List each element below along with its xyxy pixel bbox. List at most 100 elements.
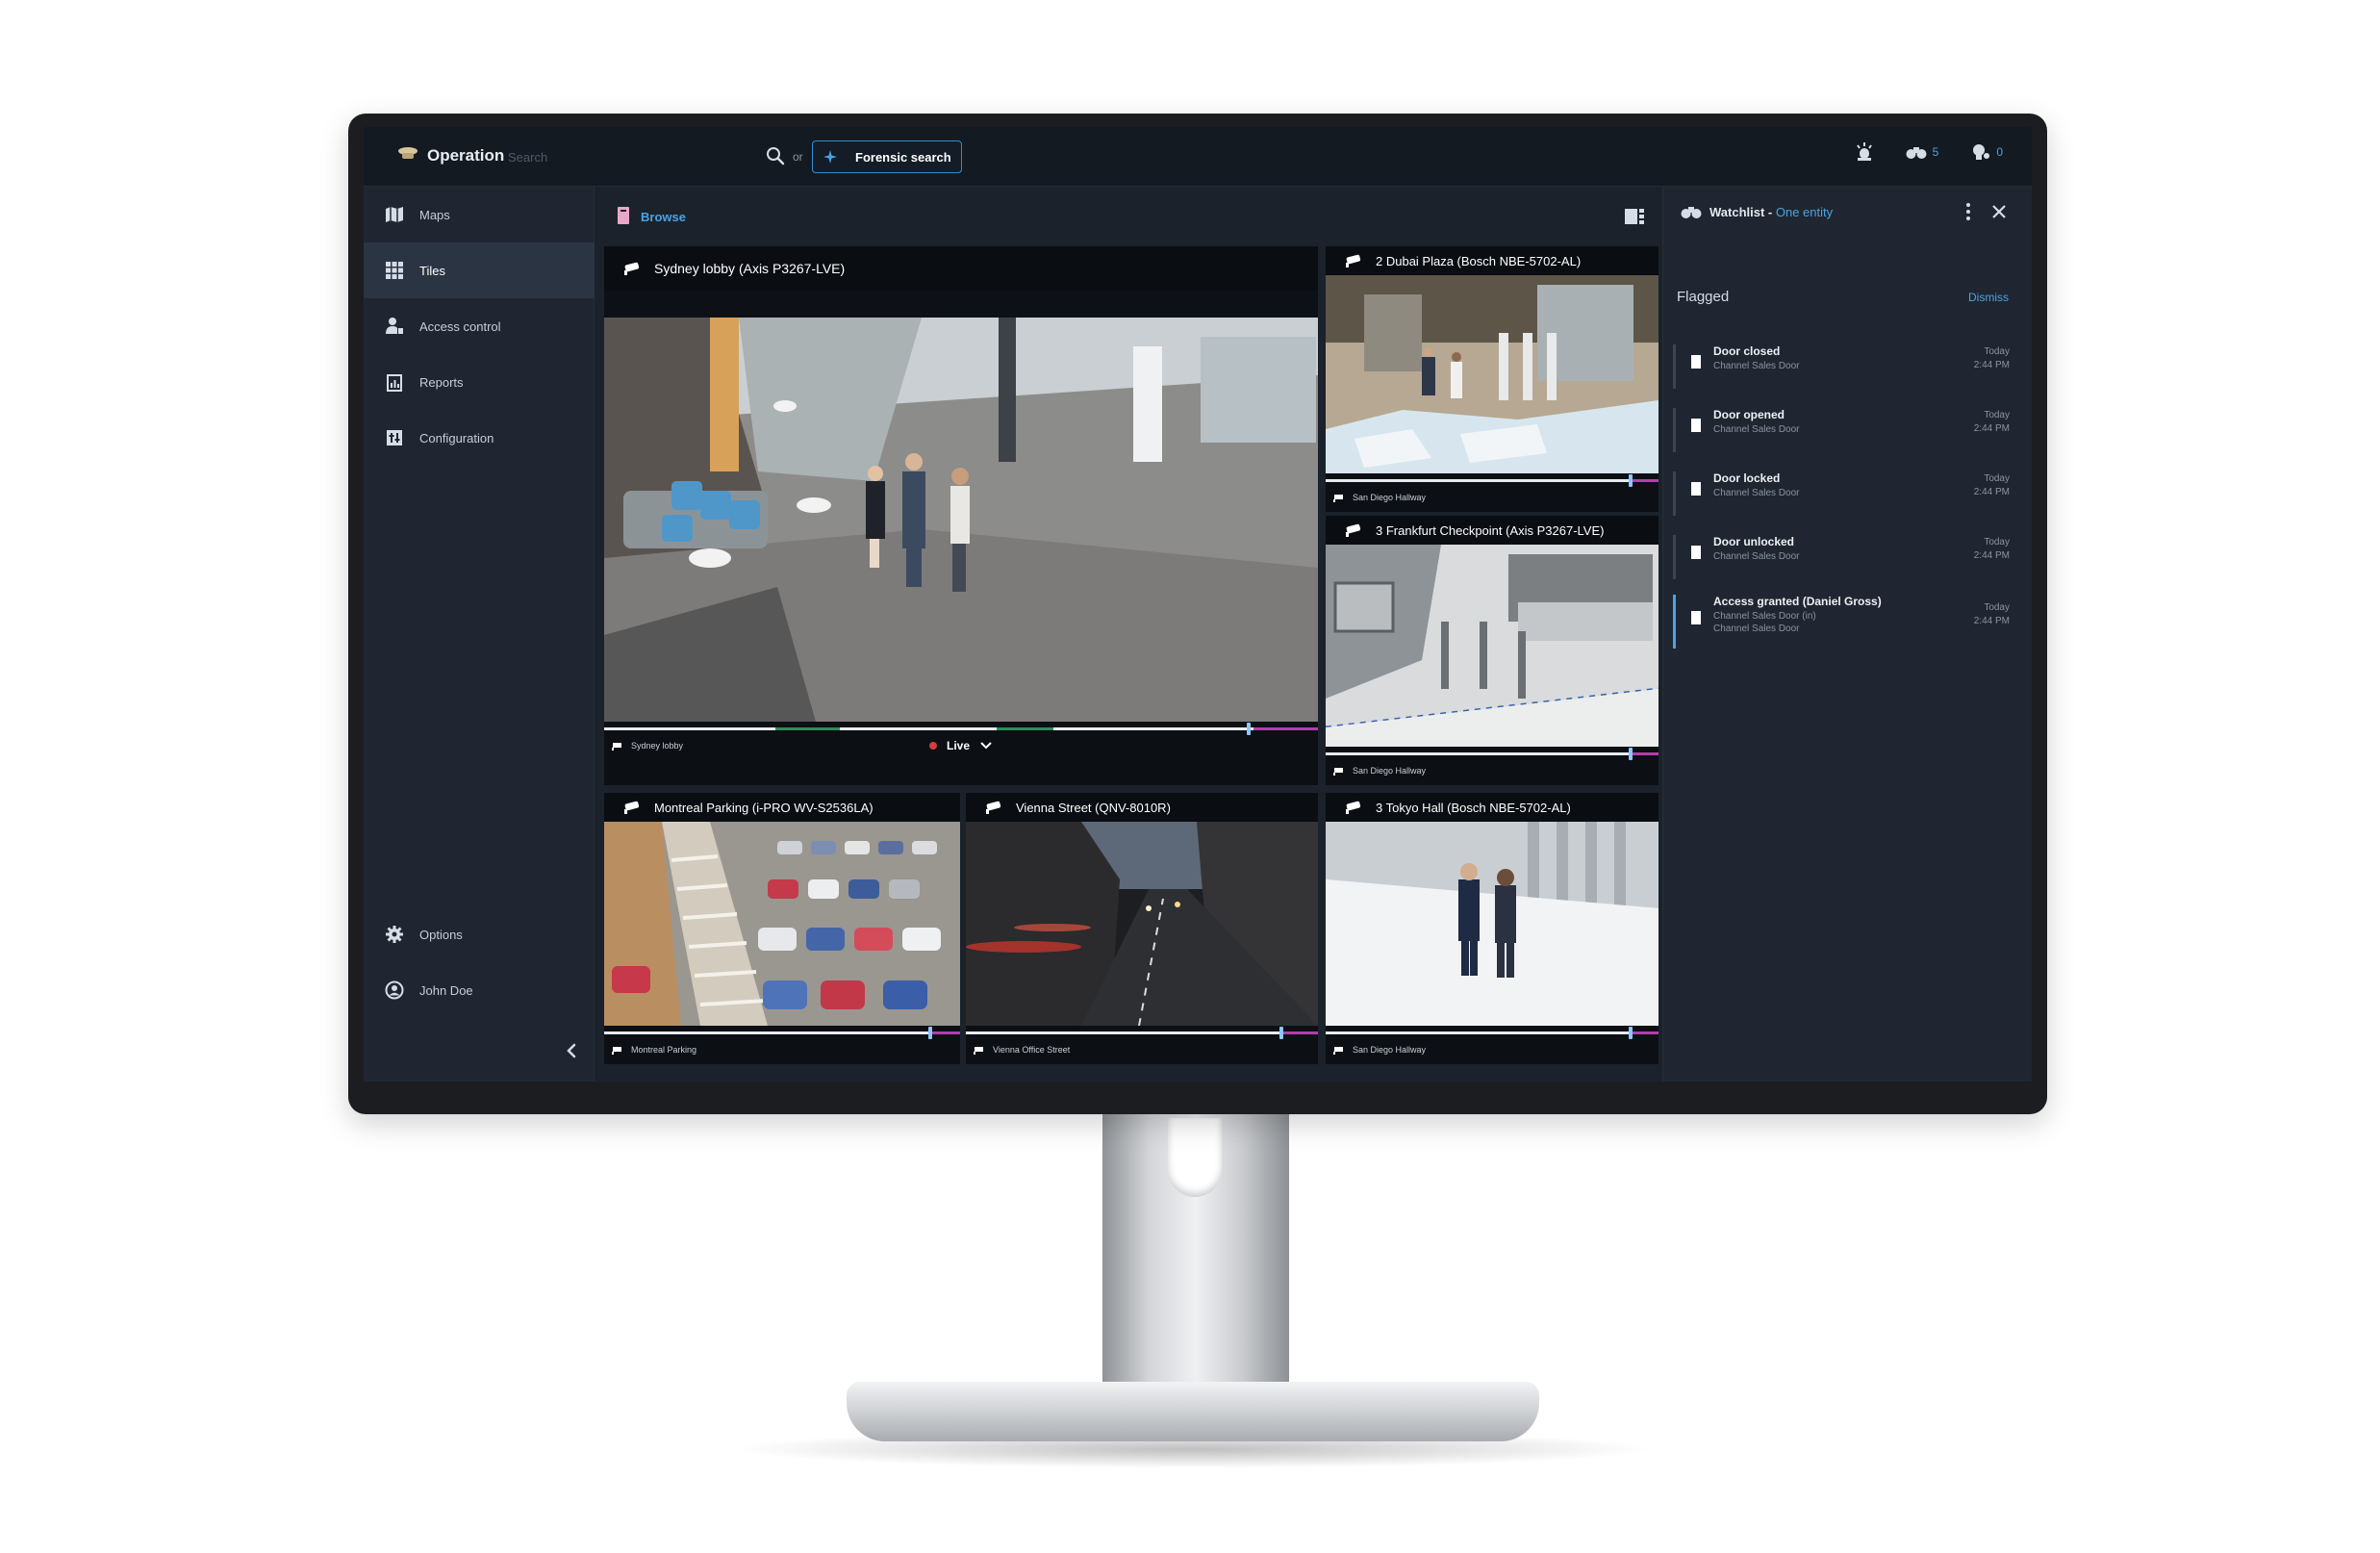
bookmark-icon (618, 207, 629, 224)
binoculars-icon (1906, 147, 1927, 159)
monitor-stand-base (847, 1382, 1539, 1441)
tile-footer: Sydney lobby Live (604, 722, 1318, 785)
feed-name: Sydney lobby (631, 741, 684, 751)
video-tile-frankfurt-checkpoint[interactable]: 3 Frankfurt Checkpoint (Axis P3267-LVE) (1326, 516, 1658, 785)
grid-icon (386, 262, 403, 279)
camera-icon (624, 801, 640, 814)
event-title: Door unlocked (1713, 535, 1795, 548)
feed-name: Vienna Office Street (993, 1045, 1071, 1055)
event-item-door-unlocked[interactable]: Door unlocked Channel Sales Door Today 2… (1673, 531, 2010, 589)
sidebar: Maps Tiles Access control Reports Config… (364, 187, 595, 1082)
playback-handle[interactable] (1628, 748, 1633, 760)
playback-handle[interactable] (927, 1027, 932, 1039)
door-icon (1691, 482, 1701, 496)
dismiss-button[interactable]: Dismiss (1968, 291, 2009, 304)
sidebar-item-reports[interactable]: Reports (364, 354, 595, 410)
feed-name: San Diego Hallway (1353, 766, 1427, 776)
event-day: Today (1984, 410, 2010, 420)
forensic-sparkle-icon (823, 150, 837, 164)
playback-timeline[interactable] (1326, 1027, 1658, 1039)
sidebar-item-user[interactable]: John Doe (364, 962, 595, 1018)
playback-timeline[interactable] (1326, 474, 1658, 487)
notification-counter[interactable]: 0 (1971, 143, 2003, 161)
notification-icon (1973, 144, 1990, 160)
door-icon (1691, 419, 1701, 432)
sidebar-item-maps[interactable]: Maps (364, 187, 595, 242)
playback-timeline[interactable] (604, 1027, 960, 1039)
camera-feed-frankfurt-checkpoint (1326, 545, 1658, 747)
event-time: 2:44 PM (1973, 616, 2010, 626)
user-icon (385, 980, 404, 1000)
operation-logo-icon (398, 147, 418, 159)
event-item-access-granted[interactable]: Access granted (Daniel Gross) Channel Sa… (1673, 591, 2010, 658)
watchlist-counter[interactable]: 5 (1906, 144, 1938, 160)
event-item-door-closed[interactable]: Door closed Channel Sales Door Today 2:4… (1673, 341, 2010, 398)
camera-feed-dubai-plaza (1326, 275, 1658, 473)
event-item-door-locked[interactable]: Door locked Channel Sales Door Today 2:4… (1673, 468, 2010, 525)
event-item-door-opened[interactable]: Door opened Channel Sales Door Today 2:4… (1673, 404, 2010, 462)
video-tile-vienna-street[interactable]: Vienna Street (QNV-8010R) Vienna Office … (966, 793, 1318, 1064)
app-title: Operation (427, 146, 505, 165)
tile-footer: Montreal Parking (604, 1026, 960, 1064)
sidebar-item-tiles[interactable]: Tiles (364, 242, 595, 298)
sidebar-item-label: Configuration (419, 430, 494, 446)
event-source: Channel Sales Door (1713, 551, 1800, 562)
camera-icon (986, 801, 1001, 814)
camera-feed-montreal-parking (604, 822, 960, 1026)
forensic-search-button[interactable]: Forensic search (812, 140, 962, 173)
playback-timeline[interactable] (966, 1027, 1318, 1039)
more-vertical-icon[interactable] (1963, 201, 1973, 222)
live-indicator[interactable]: Live (928, 739, 993, 752)
collapse-sidebar-icon[interactable] (562, 1041, 581, 1060)
video-tile-dubai-plaza[interactable]: 2 Dubai Plaza (Bosch NBE-5702-AL) San Di… (1326, 246, 1658, 512)
event-source: Channel Sales Door (in) (1713, 611, 1816, 622)
top-bar: Operation or Forensic search (364, 127, 2032, 187)
event-indicator (1673, 595, 1676, 649)
playback-handle[interactable] (1279, 1027, 1283, 1039)
feed-name: San Diego Hallway (1353, 493, 1427, 502)
door-icon (1691, 355, 1701, 369)
video-tile-montreal-parking[interactable]: Montreal Parking (i-PRO WV-S2536LA) Mont… (604, 793, 960, 1064)
sidebar-item-label: Options (419, 927, 463, 942)
camera-icon (612, 1046, 621, 1055)
sidebar-item-configuration[interactable]: Configuration (364, 410, 595, 466)
alarm-icon[interactable] (1856, 142, 1873, 162)
camera-icon (1346, 254, 1361, 267)
feed-label: Montreal Parking (612, 1045, 696, 1055)
browse-tab[interactable]: Browse (641, 210, 686, 224)
playback-handle[interactable] (1246, 723, 1251, 735)
close-icon[interactable] (1990, 203, 2008, 220)
feed-label: San Diego Hallway (1333, 766, 1426, 776)
tile-header: 3 Frankfurt Checkpoint (Axis P3267-LVE) (1326, 516, 1658, 545)
event-day: Today (1984, 346, 2010, 357)
tile-footer: San Diego Hallway (1326, 747, 1658, 785)
tile-header: Vienna Street (QNV-8010R) (966, 793, 1318, 822)
or-label: or (793, 150, 803, 164)
live-label: Live (946, 739, 971, 752)
watchlist-panel: Watchlist - One entity Flagged Dismiss D… (1662, 187, 2032, 1082)
configuration-icon (387, 430, 402, 446)
event-indicator (1673, 535, 1676, 579)
playback-handle[interactable] (1628, 474, 1633, 487)
search-input[interactable] (508, 142, 768, 171)
tile-footer: San Diego Hallway (1326, 1026, 1658, 1064)
playback-timeline[interactable] (1326, 748, 1658, 760)
playback-handle[interactable] (1628, 1027, 1633, 1039)
tile-layout-icon[interactable] (1624, 208, 1645, 225)
sidebar-item-access-control[interactable]: Access control (364, 298, 595, 354)
sidebar-item-options[interactable]: Options (364, 906, 595, 962)
video-tile-sydney-lobby[interactable]: Sydney lobby (Axis P3267-LVE) Sydney lob… (604, 246, 1318, 785)
playback-timeline[interactable] (604, 723, 1318, 735)
monitor-stand-cable-hole (1168, 1118, 1222, 1197)
camera-icon (1333, 767, 1343, 776)
search-icon[interactable] (766, 146, 785, 165)
tile-footer: Vienna Office Street (966, 1026, 1318, 1064)
sidebar-item-label: Maps (419, 207, 450, 222)
watchlist-entity-link[interactable]: One entity (1776, 205, 1833, 219)
gear-icon (386, 926, 403, 943)
app-window: Operation or Forensic search (364, 127, 2032, 1082)
event-title: Door locked (1713, 471, 1781, 485)
video-tile-tokyo-hall[interactable]: 3 Tokyo Hall (Bosch NBE-5702-AL) San Die… (1326, 793, 1658, 1064)
camera-icon (974, 1046, 983, 1055)
tile-header: Montreal Parking (i-PRO WV-S2536LA) (604, 793, 960, 822)
